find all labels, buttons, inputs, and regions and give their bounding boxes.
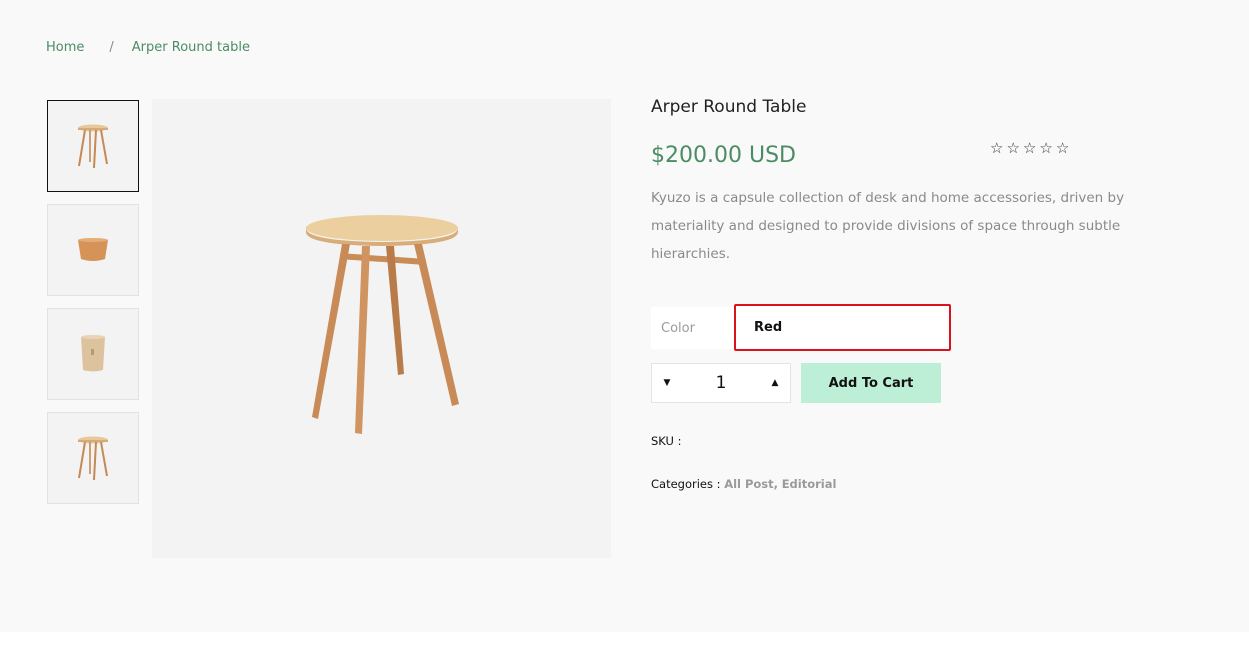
stool-image bbox=[78, 436, 108, 481]
main-product-image[interactable] bbox=[152, 99, 611, 558]
breadcrumb-home-link[interactable]: Home bbox=[46, 40, 84, 55]
product-page: Home / Arper Round table Arper Round Tab… bbox=[0, 0, 1249, 632]
quantity-stepper: ▼ 1 ▲ bbox=[651, 363, 791, 403]
rating-stars[interactable]: ☆ ☆ ☆ ☆ ☆ bbox=[990, 139, 1069, 157]
cup-image bbox=[81, 335, 105, 372]
thumbnail-stool-2[interactable] bbox=[47, 412, 139, 504]
color-option-row: Color Red bbox=[651, 304, 951, 351]
quantity-decrease-icon[interactable]: ▼ bbox=[660, 378, 674, 388]
breadcrumb: Home / Arper Round table bbox=[46, 40, 250, 55]
sku-label: SKU : bbox=[651, 434, 682, 448]
star-icon[interactable]: ☆ bbox=[1056, 139, 1069, 157]
quantity-increase-icon[interactable]: ▲ bbox=[768, 378, 782, 388]
thumbnail-bowl[interactable] bbox=[47, 204, 139, 296]
product-price: $200.00 USD bbox=[651, 143, 796, 168]
star-icon[interactable]: ☆ bbox=[990, 139, 1003, 157]
breadcrumb-current-link[interactable]: Arper Round table bbox=[132, 40, 250, 55]
thumbnail-stool[interactable] bbox=[47, 100, 139, 192]
quantity-value[interactable]: 1 bbox=[716, 373, 727, 393]
product-title: Arper Round Table bbox=[651, 97, 807, 117]
category-separator: , bbox=[773, 477, 779, 491]
stool-image bbox=[305, 214, 459, 434]
product-description: Kyuzo is a capsule collection of desk an… bbox=[651, 190, 1125, 262]
category-link-editorial[interactable]: Editorial bbox=[782, 477, 837, 491]
categories: Categories : All Post, Editorial bbox=[651, 477, 836, 491]
breadcrumb-separator: / bbox=[109, 40, 114, 55]
color-label: Color bbox=[651, 307, 734, 349]
stool-image bbox=[78, 124, 108, 169]
color-select[interactable]: Red bbox=[734, 304, 951, 351]
categories-label: Categories : bbox=[651, 477, 721, 491]
thumbnail-cup[interactable] bbox=[47, 308, 139, 400]
bowl-image bbox=[78, 238, 108, 261]
star-icon[interactable]: ☆ bbox=[1039, 139, 1052, 157]
add-to-cart-button[interactable]: Add To Cart bbox=[801, 363, 941, 403]
star-icon[interactable]: ☆ bbox=[1023, 139, 1036, 157]
category-link-all-post[interactable]: All Post bbox=[724, 477, 773, 491]
star-icon[interactable]: ☆ bbox=[1006, 139, 1019, 157]
